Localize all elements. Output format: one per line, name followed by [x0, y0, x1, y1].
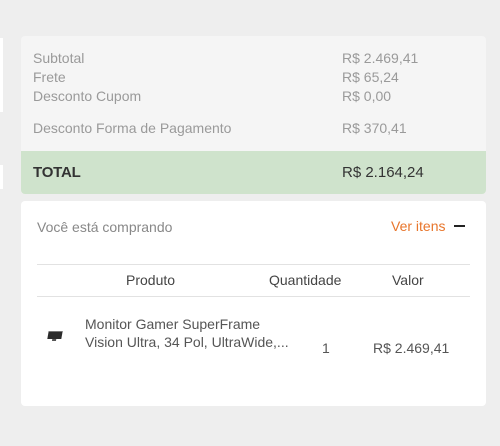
left-panel-edge — [0, 38, 3, 112]
column-header-value: Valor — [392, 272, 424, 288]
payment-discount-label: Desconto Forma de Pagamento — [33, 120, 232, 136]
monitor-thumbnail — [47, 331, 63, 339]
coupon-discount-label: Desconto Cupom — [33, 88, 142, 104]
column-header-quantity: Quantidade — [269, 272, 342, 288]
column-header-product: Produto — [126, 272, 176, 288]
subtotal-value: R$ 2.469,41 — [342, 50, 419, 66]
coupon-discount-value: R$ 0,00 — [342, 88, 392, 104]
product-quantity: 1 — [322, 340, 330, 356]
left-panel-edge — [0, 165, 3, 189]
divider — [37, 296, 470, 297]
product-name: Monitor Gamer SuperFrame Vision Ultra, 3… — [85, 315, 295, 351]
divider — [37, 264, 470, 265]
product-name-line: Vision Ultra, 34 Pol, UltraWide,... — [85, 334, 289, 350]
see-items-link[interactable]: Ver itens — [391, 218, 445, 234]
shipping-value: R$ 65,24 — [342, 69, 399, 85]
payment-discount-value: R$ 370,41 — [342, 120, 407, 136]
purchase-items-card: Você está comprando Ver itens Produto Qu… — [21, 201, 486, 406]
minus-icon[interactable] — [454, 225, 465, 227]
purchase-heading: Você está comprando — [37, 219, 173, 235]
total-label: TOTAL — [33, 164, 81, 181]
order-summary: Subtotal R$ 2.469,41 Frete R$ 65,24 Desc… — [21, 36, 486, 194]
total-value: R$ 2.164,24 — [342, 164, 424, 181]
product-value: R$ 2.469,41 — [373, 340, 450, 356]
subtotal-label: Subtotal — [33, 50, 85, 66]
total-row: TOTAL R$ 2.164,24 — [21, 151, 486, 194]
shipping-label: Frete — [33, 69, 66, 85]
product-name-line: Monitor Gamer SuperFrame — [85, 316, 261, 332]
